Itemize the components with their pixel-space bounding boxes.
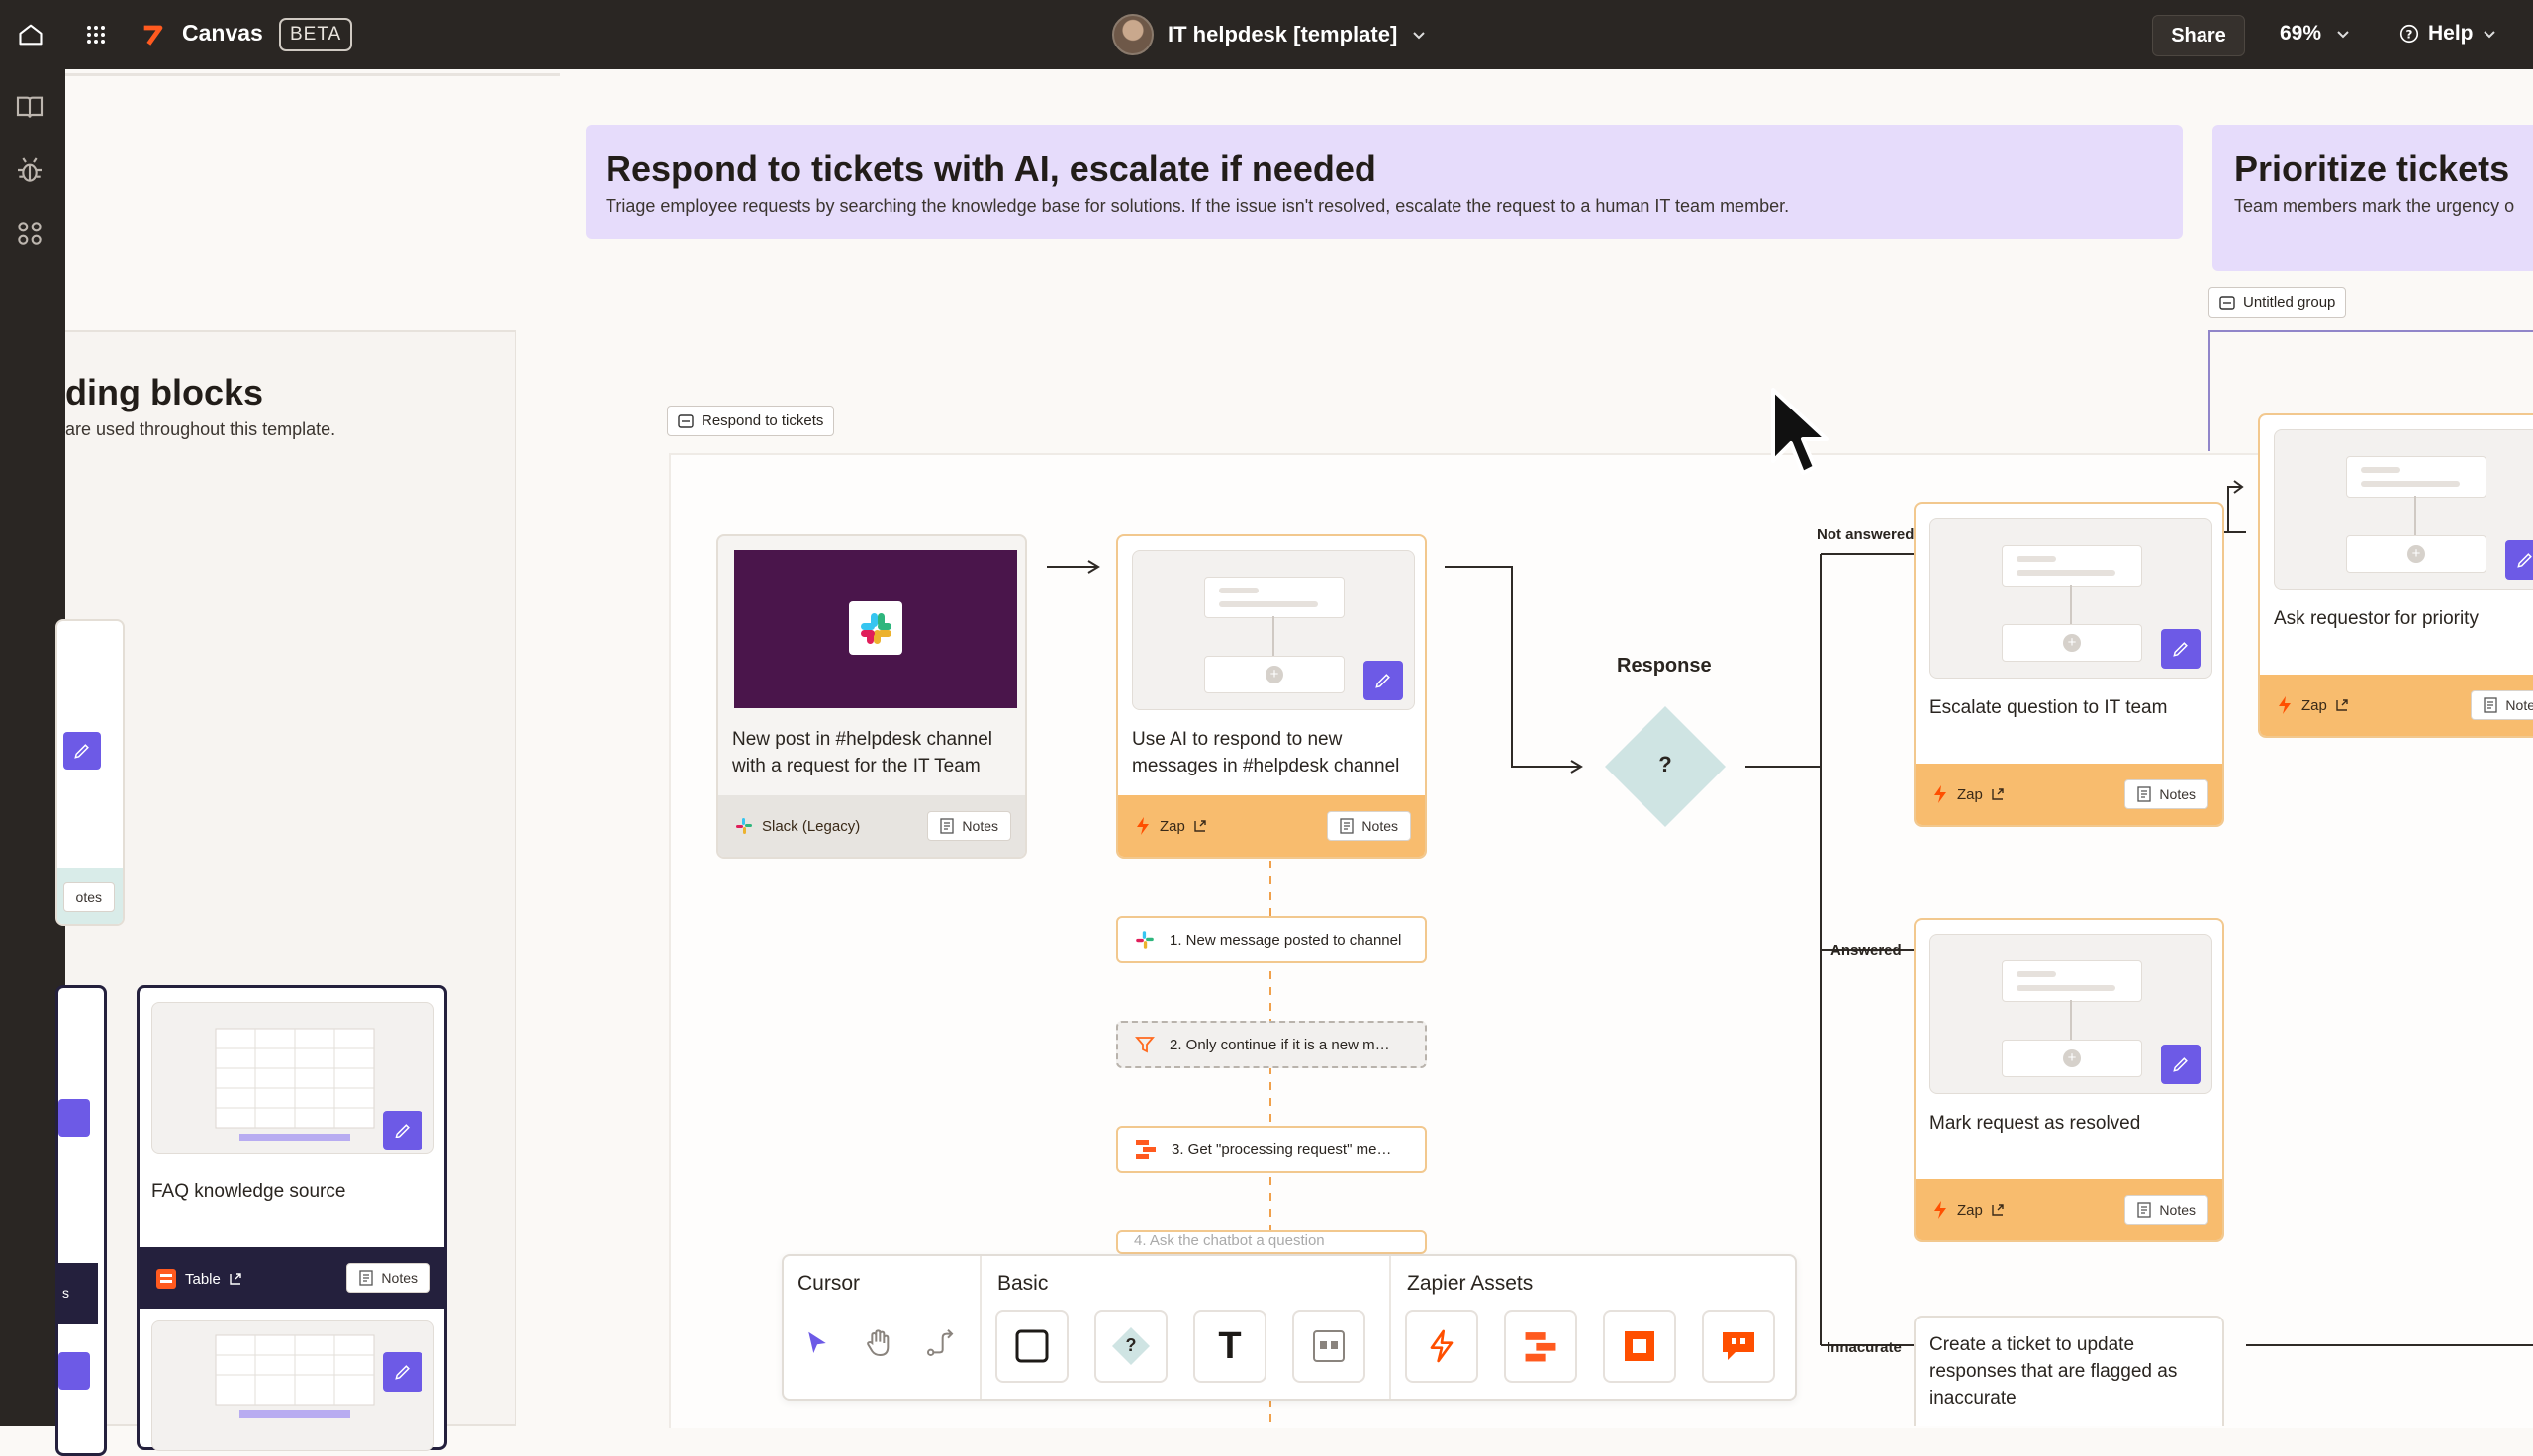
notes-button[interactable]: Notes (2124, 779, 2208, 809)
card-title: Mark request as resolved (1929, 1113, 2141, 1134)
notes-icon (2484, 697, 2498, 713)
zap-bolt-icon (1934, 785, 1946, 803)
external-link-icon (1992, 788, 2004, 800)
toolbar-section-label: Basic (997, 1272, 1049, 1295)
toolbar-section-label: Zapier Assets (1407, 1272, 1534, 1295)
notes-icon (2137, 786, 2152, 802)
zap-link[interactable]: Zap (1931, 1200, 2005, 1220)
card-title: New post in #helpdesk channel with a req… (732, 729, 993, 776)
mouse-cursor-icon (1769, 386, 1829, 490)
zap-step[interactable]: 3. Get "processing request" me… (1116, 1126, 1427, 1173)
notes-button[interactable]: Notes (1327, 811, 1411, 841)
interface-icon (1625, 1331, 1654, 1361)
notes-icon (2137, 1202, 2152, 1218)
branch-label-not-answered: Not answered (1817, 526, 1915, 543)
zap-bolt-icon (1430, 1329, 1454, 1363)
branch-label-answered: Answered (1830, 942, 1902, 958)
zap-bolt-icon (1137, 817, 1149, 835)
escalate-card[interactable]: + Escalate question to IT team Zap Notes (1914, 502, 2224, 827)
decision-tool-button[interactable]: ? (1094, 1310, 1168, 1383)
edit-icon[interactable] (2161, 1045, 2201, 1084)
card-footer: Zap Notes (1118, 795, 1425, 857)
card-footer: Zap Note (2260, 675, 2533, 736)
select-cursor-icon[interactable] (796, 1321, 839, 1365)
card-title: Use AI to respond to new messages in #he… (1132, 729, 1400, 776)
card-footer: Slack (Legacy) Notes (718, 795, 1025, 857)
external-link-icon (1194, 820, 1206, 832)
zap-link[interactable]: Zap (1134, 816, 1207, 836)
slack-icon (736, 818, 752, 834)
table-asset-button[interactable] (1504, 1310, 1577, 1383)
notes-button[interactable]: Note (2471, 690, 2533, 720)
chatbot-icon (1723, 1332, 1754, 1360)
notes-button[interactable]: Notes (927, 811, 1011, 841)
decision-tool-symbol: ? (1125, 1335, 1137, 1355)
zap-bolt-icon (2279, 696, 2291, 714)
notes-icon (1340, 818, 1355, 834)
slack-icon (1136, 931, 1154, 949)
connector-tool-icon[interactable] (918, 1321, 962, 1365)
edit-icon[interactable] (2505, 540, 2533, 580)
chatbot-asset-button[interactable] (1702, 1310, 1775, 1383)
card-title: Create a ticket to update responses that… (1929, 1334, 2178, 1409)
zap-preview: + (2274, 429, 2533, 590)
zap-link[interactable]: Zap (2276, 695, 2349, 715)
ask-priority-card[interactable]: + Ask requestor for priority Zap Note (2258, 413, 2533, 738)
card-title: Ask requestor for priority (2274, 608, 2479, 629)
card-footer: Zap Notes (1916, 1179, 2222, 1240)
section-tool-button[interactable] (1292, 1310, 1365, 1383)
slack-preview (734, 550, 1017, 708)
ai-zap-card[interactable]: + Use AI to respond to new messages in #… (1116, 534, 1427, 859)
resolved-card[interactable]: + Mark request as resolved Zap Notes (1914, 918, 2224, 1242)
zap-link[interactable]: Zap (1931, 784, 2005, 804)
table-icon (1525, 1332, 1556, 1362)
external-link-icon (2336, 699, 2348, 711)
hand-pan-icon[interactable] (857, 1321, 900, 1365)
table-icon (1136, 1140, 1156, 1159)
branch-label-inaccurate: Innacurate (1827, 1339, 1902, 1356)
text-tool-button[interactable]: T (1193, 1310, 1266, 1383)
square-icon (1015, 1329, 1049, 1363)
ticket-card[interactable]: Create a ticket to update responses that… (1914, 1316, 2224, 1426)
edit-icon[interactable] (1363, 661, 1403, 700)
decision-symbol: ? (1658, 752, 1672, 776)
notes-button[interactable]: Notes (2124, 1195, 2208, 1225)
interface-asset-button[interactable] (1603, 1310, 1676, 1383)
zap-step[interactable]: 4. Ask the chatbot a question (1116, 1230, 1427, 1254)
notes-icon (940, 818, 955, 834)
card-title: Escalate question to IT team (1929, 697, 2168, 718)
filter-icon (1135, 1037, 1155, 1053)
zap-asset-button[interactable] (1405, 1310, 1478, 1383)
zap-step[interactable]: 2. Only continue if it is a new m… (1116, 1021, 1427, 1068)
app-link[interactable]: Slack (Legacy) (734, 816, 860, 836)
zap-bolt-icon (1934, 1201, 1946, 1219)
shape-tool-button[interactable] (995, 1310, 1069, 1383)
external-link-icon (1992, 1204, 2004, 1216)
slack-icon (849, 601, 902, 655)
card-footer: Zap Notes (1916, 764, 2222, 825)
zap-step[interactable]: 1. New message posted to channel (1116, 916, 1427, 963)
decision-diamond[interactable]: ? (1601, 702, 1730, 831)
toolbar-section-label: Cursor (797, 1272, 861, 1295)
canvas-toolbar: Cursor Basic ? T Zapier Assets (782, 1254, 1797, 1401)
decision-label: Response (1617, 655, 1712, 677)
section-icon (1313, 1330, 1345, 1362)
trigger-card[interactable]: New post in #helpdesk channel with a req… (716, 534, 1027, 859)
edit-icon[interactable] (2161, 629, 2201, 669)
